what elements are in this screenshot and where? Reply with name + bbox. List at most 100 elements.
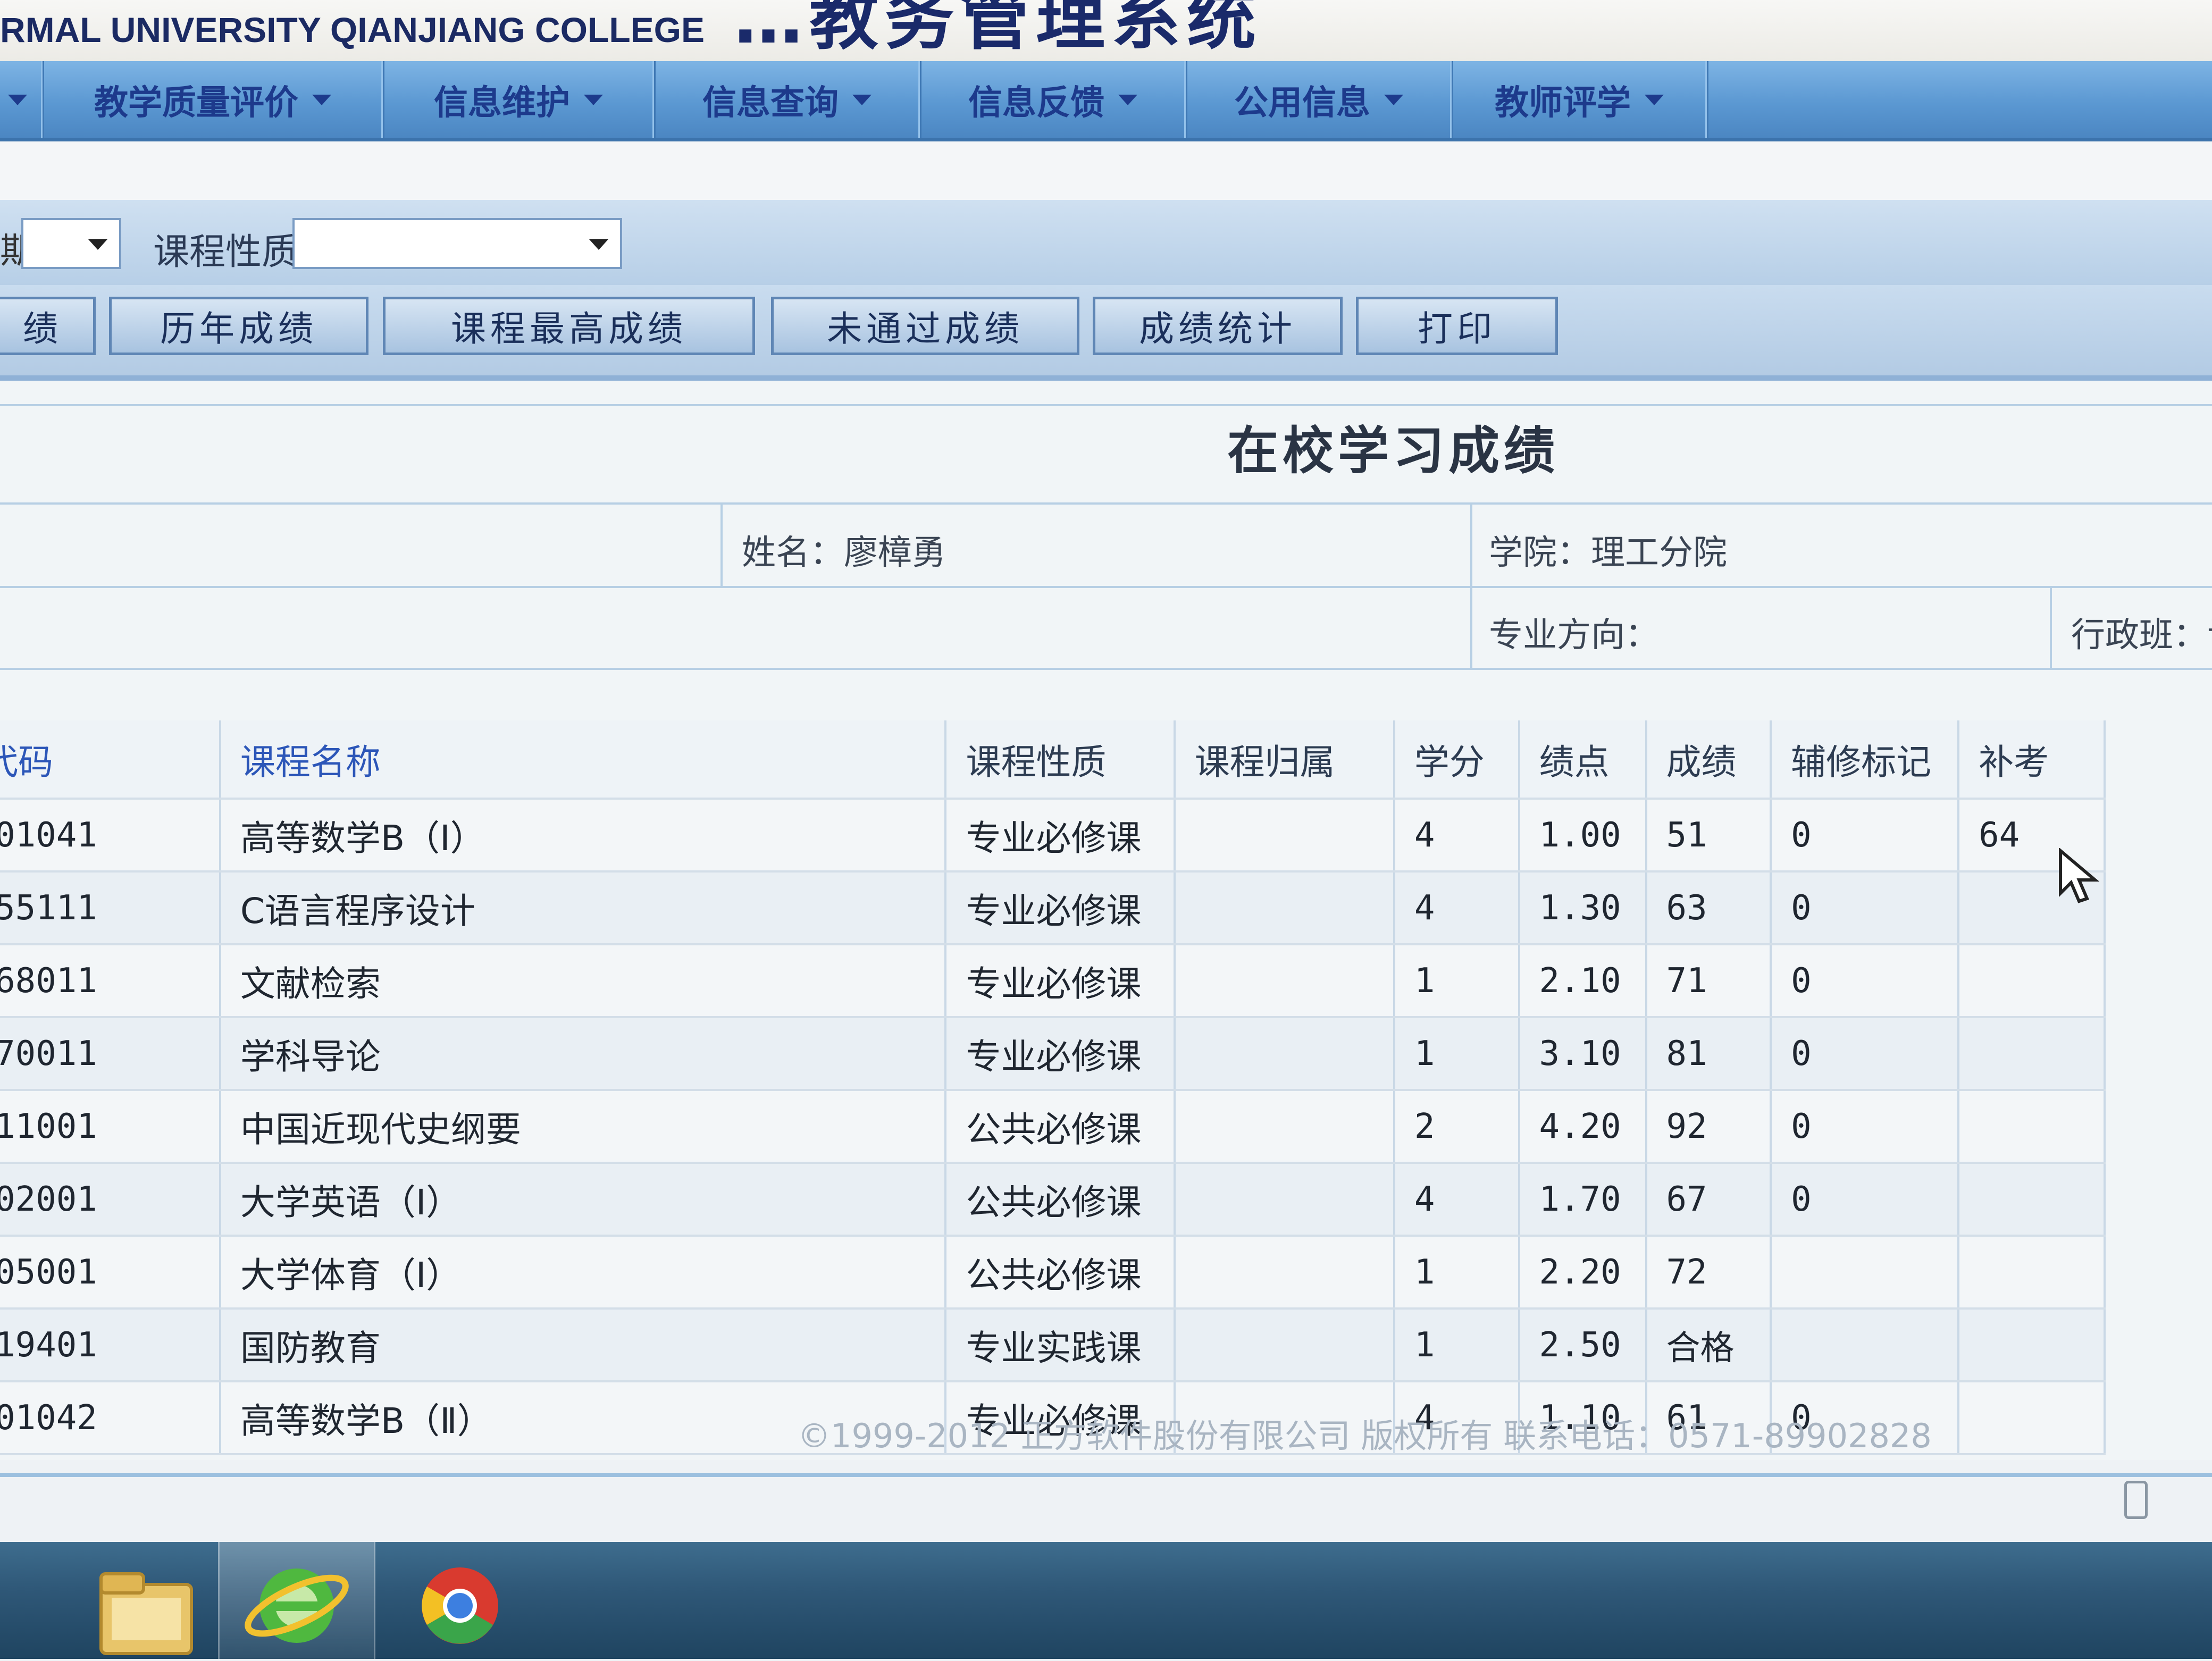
gpa-cell: 4.20 [1519,1090,1647,1164]
table-row: 034901041高等数学B（Ⅰ）专业必修课41.0051064 [0,799,2106,873]
score-cell: 71 [1646,944,1772,1018]
nav-item-info-maintenance[interactable]: 信息维护 [383,61,656,138]
term-select[interactable] [21,218,121,269]
course-code-cell: 044070011 [0,1017,221,1091]
semester-grades-button[interactable]: 绩 [0,297,96,355]
course-belong-cell [1174,1090,1395,1164]
minor-flag-cell: 0 [1771,1163,1960,1237]
makeup-cell [1958,1090,2106,1164]
nav-item-info-query[interactable]: 信息查询 [654,61,921,138]
gpa-cell: 1.70 [1519,1163,1647,1237]
minor-flag-cell: 0 [1771,1090,1960,1164]
table-row: 511002001大学英语（Ⅰ）公共必修课 41.70670 [0,1163,2106,1237]
nav-label: 公用信息 [1234,83,1370,123]
dropdown-arrow-icon [88,239,107,250]
course-code-cell: 611005001 [0,1236,221,1310]
makeup-cell [1958,1163,2106,1237]
button-label: 成绩统计 [1139,308,1296,349]
chevron-down-icon [1118,94,1137,105]
course-name-cell: 高等数学B（Ⅰ） [220,799,947,873]
minor-flag-cell: 0 [1771,799,1960,873]
folder-icon [99,1572,193,1655]
main-nav: 教学质量评价 信息维护 信息查询 信息反馈 公用信息 教师评学 [0,61,2212,141]
nav-item-info-feedback[interactable]: 信息反馈 [920,61,1187,138]
print-button[interactable]: 打印 [1356,297,1558,355]
table-row: 611005001大学体育（Ⅰ）公共必修课 12.2072 [0,1236,2106,1310]
major-direction: 专业方向： [1489,616,1659,655]
nav-item-public-info[interactable]: 公用信息 [1186,61,1453,138]
credit-cell: 4 [1394,1163,1520,1237]
divider [720,502,723,586]
gpa-cell: 2.50 [1519,1308,1647,1382]
os-taskbar [0,1542,2212,1659]
nav-item-teacher-eval[interactable]: 教师评学 [1452,61,1708,138]
col-course-name[interactable]: 课程名称 [220,720,947,800]
course-nature-cell: 公共必修课 [945,1090,1176,1164]
makeup-cell [1958,1381,2106,1455]
mobile-icon[interactable] [2124,1481,2148,1519]
course-belong-cell [1174,944,1395,1018]
course-nature-select[interactable] [292,218,622,269]
course-name-cell: 中国近现代史纲要 [220,1090,947,1164]
course-code-cell: 501011001 [0,1090,221,1164]
credit-cell: 1 [1394,944,1520,1018]
nav-item-teaching-quality[interactable]: 教学质量评价 [43,61,384,138]
course-nature-cell: 专业实践课 [945,1308,1176,1382]
taskbar-ie-button[interactable] [218,1542,375,1659]
credit-cell: 4 [1394,871,1520,945]
score-cell: 81 [1646,1017,1772,1091]
course-nature-cell: 专业必修课 [945,799,1176,873]
yearly-grades-button[interactable]: 历年成绩 [109,297,368,355]
taskbar-chrome-button[interactable] [383,1542,537,1659]
course-code-cell: 044068011 [0,944,221,1018]
gpa-cell: 3.10 [1519,1017,1647,1091]
taskbar-folder-button[interactable] [69,1542,223,1659]
report-title: 在校学习成绩 [1227,421,1559,481]
col-course-belong: 课程归属 [1174,720,1395,800]
button-label: 绩 [23,308,62,349]
grades-table-body: 034901041高等数学B（Ⅰ）专业必修课41.005106404405511… [0,799,2106,1455]
chevron-down-icon [852,94,872,105]
col-gpa: 绩点 [1519,720,1647,800]
col-course-code[interactable]: 课程代码 [0,720,221,800]
footer-bar [0,1473,2212,1546]
course-nature-cell: 专业必修课 [945,1017,1176,1091]
score-cell: 合格 [1646,1308,1772,1382]
course-code-cell: 034901042 [0,1381,221,1455]
table-row: 501011001中国近现代史纲要公共必修课 24.20920 [0,1090,2106,1164]
credit-cell: 1 [1394,1236,1520,1310]
nav-label: 教师评学 [1495,83,1631,123]
highest-grades-button[interactable]: 课程最高成绩 [383,297,755,355]
minor-flag-cell: 0 [1771,871,1960,945]
credit-cell: 1 [1394,1308,1520,1382]
gpa-cell: 1.00 [1519,799,1647,873]
grade-statistics-button[interactable]: 成绩统计 [1093,297,1343,355]
nav-spacer [0,141,2212,200]
college-name: RMAL UNIVERSITY QIANJIANG COLLEGE [0,10,705,49]
app-header: …教务管理系统 RMAL UNIVERSITY QIANJIANG COLLEG… [0,0,2212,61]
course-belong-cell [1174,799,1395,873]
dropdown-arrow-icon [589,239,608,250]
table-row: 044055111C语言程序设计专业必修课 41.30630 [0,871,2106,945]
col-credit: 学分 [1394,720,1520,800]
divider [2050,586,2052,668]
minor-flag-cell: 0 [1771,1017,1960,1091]
col-score: 成绩 [1646,720,1772,800]
course-belong-cell [1174,1236,1395,1310]
chevron-down-icon [1645,94,1664,105]
failed-grades-button[interactable]: 未通过成绩 [771,297,1079,355]
button-label: 未通过成绩 [827,308,1024,349]
course-code-cell: 511002001 [0,1163,221,1237]
nav-label: 信息反馈 [968,83,1104,123]
copyright-text: ©1999-2012 正方软件股份有限公司 版权所有 联系电话：0571-899… [798,1416,1932,1455]
credit-cell: 4 [1394,799,1520,873]
course-nature-cell: 专业必修课 [945,944,1176,1018]
minor-flag-cell [1771,1308,1960,1382]
col-minor-flag: 辅修标记 [1771,720,1960,800]
divider [1470,502,1472,668]
score-cell: 63 [1646,871,1772,945]
minor-flag-cell: 0 [1771,944,1960,1018]
score-cell: 67 [1646,1163,1772,1237]
nav-item-previous[interactable] [0,61,44,138]
nav-label: 教学质量评价 [94,83,298,123]
